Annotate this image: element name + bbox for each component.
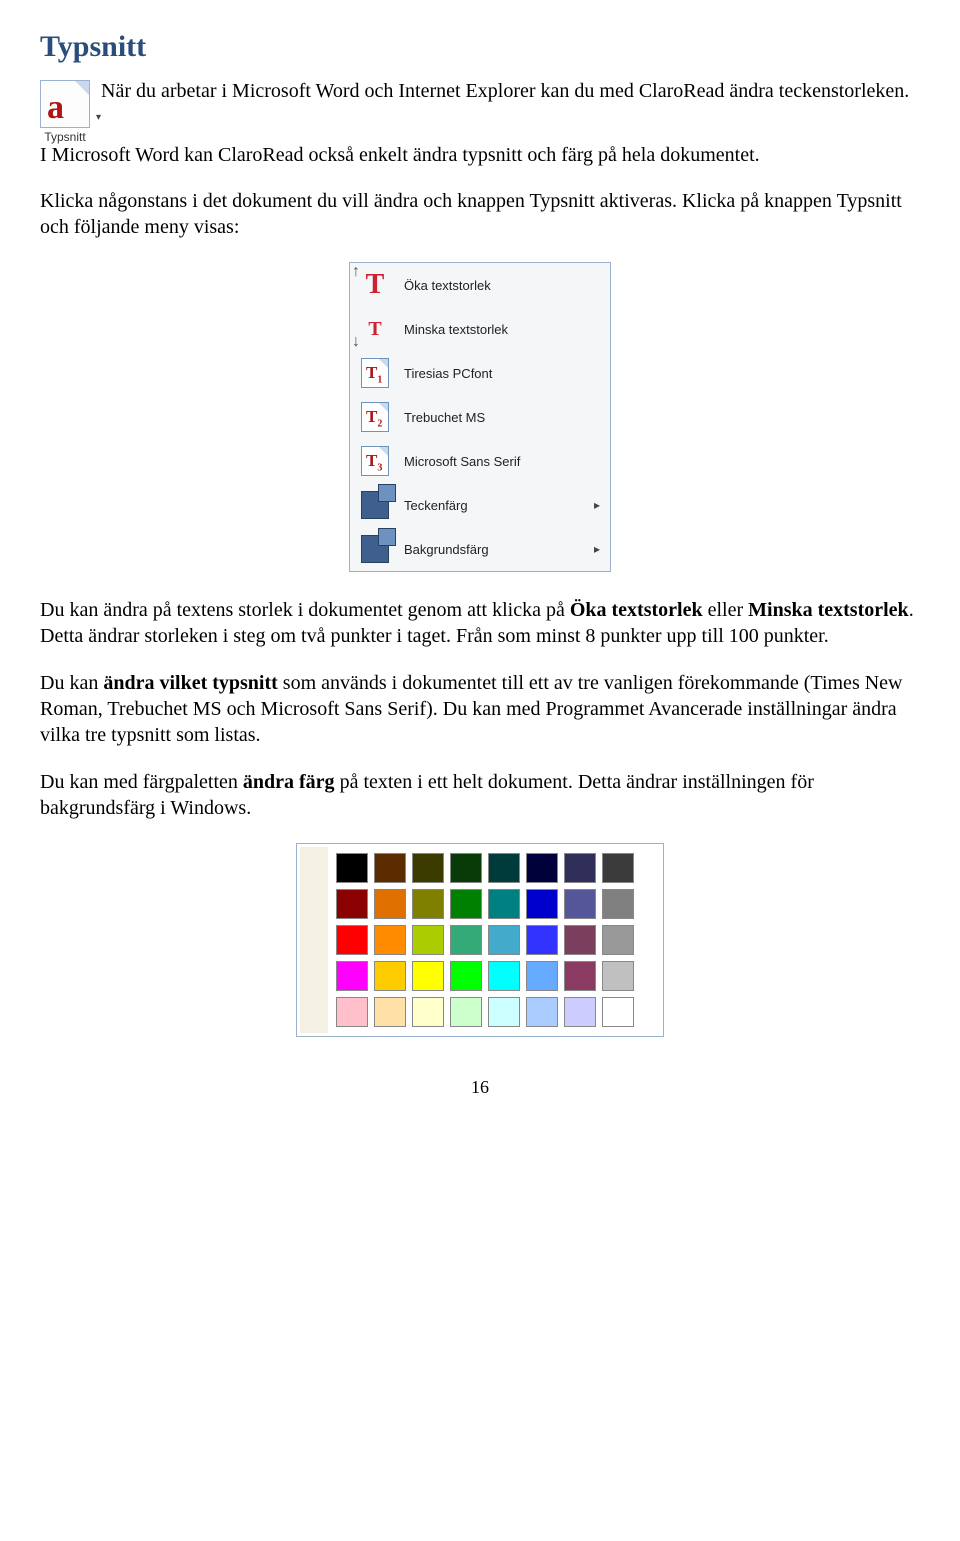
color-palette: [296, 843, 664, 1037]
paragraph-text: När du arbetar i Microsoft Word och Inte…: [40, 80, 909, 166]
palette-gutter: [300, 847, 328, 1033]
color-swatch[interactable]: [602, 853, 634, 883]
color-swatch[interactable]: [488, 925, 520, 955]
color-swatch[interactable]: [564, 853, 596, 883]
color-swatch[interactable]: [450, 961, 482, 991]
color-swatch[interactable]: [412, 961, 444, 991]
paragraph-3: Du kan ändra på textens storlek i dokume…: [40, 598, 920, 649]
color-swatch[interactable]: [564, 961, 596, 991]
menu-item-label: Trebuchet MS: [404, 410, 485, 425]
color-swatch[interactable]: [526, 961, 558, 991]
color-swatch[interactable]: [336, 997, 368, 1027]
paragraph-5: Du kan med färgpaletten ändra färg på te…: [40, 770, 920, 821]
dropdown-arrow-icon: ▾: [96, 112, 101, 123]
typsnitt-menu: T Öka textstorlek T Minska textstorlek T…: [349, 262, 611, 572]
color-swatch[interactable]: [488, 997, 520, 1027]
color-swatch[interactable]: [412, 925, 444, 955]
color-swatch[interactable]: [488, 889, 520, 919]
color-swatch[interactable]: [450, 925, 482, 955]
menu-item-label: Teckenfärg: [404, 498, 468, 513]
paragraph-2: Klicka någonstans i det dokument du vill…: [40, 189, 920, 240]
menu-item-decrease-text[interactable]: T Minska textstorlek: [350, 307, 610, 351]
font2-icon: T2: [358, 400, 392, 434]
menu-item-label: Minska textstorlek: [404, 322, 508, 337]
paragraph-4: Du kan ändra vilket typsnitt som används…: [40, 671, 920, 748]
font1-icon: T1: [358, 356, 392, 390]
menu-item-label: Microsoft Sans Serif: [404, 454, 520, 469]
palette-grid: [332, 847, 638, 1033]
color-swatch[interactable]: [374, 925, 406, 955]
submenu-arrow-icon: ▸: [594, 542, 600, 556]
menu-item-font-2[interactable]: T2 Trebuchet MS: [350, 395, 610, 439]
color-swatch[interactable]: [564, 889, 596, 919]
color-swatch[interactable]: [488, 961, 520, 991]
menu-item-label: Öka textstorlek: [404, 278, 491, 293]
increase-text-icon: T: [358, 268, 392, 302]
menu-item-label: Bakgrundsfärg: [404, 542, 489, 557]
decrease-text-icon: T: [358, 312, 392, 346]
color-swatch[interactable]: [602, 925, 634, 955]
color-swatch[interactable]: [526, 925, 558, 955]
color-swatch[interactable]: [488, 853, 520, 883]
color-swatch[interactable]: [336, 961, 368, 991]
text-color-icon: [358, 488, 392, 522]
menu-item-label: Tiresias PCfont: [404, 366, 492, 381]
color-swatch[interactable]: [450, 853, 482, 883]
color-swatch[interactable]: [526, 889, 558, 919]
color-swatch[interactable]: [412, 853, 444, 883]
menu-item-text-color[interactable]: Teckenfärg ▸: [350, 483, 610, 527]
typsnitt-toolbar-button[interactable]: a ▾ Typsnitt: [40, 80, 90, 144]
color-swatch[interactable]: [564, 997, 596, 1027]
intro-para: a ▾ Typsnitt När du arbetar i Microsoft …: [40, 80, 920, 167]
color-swatch[interactable]: [336, 889, 368, 919]
color-swatch[interactable]: [374, 997, 406, 1027]
color-swatch[interactable]: [564, 925, 596, 955]
color-swatch[interactable]: [526, 853, 558, 883]
menu-item-increase-text[interactable]: T Öka textstorlek: [350, 263, 610, 307]
color-swatch[interactable]: [450, 997, 482, 1027]
color-swatch[interactable]: [602, 889, 634, 919]
menu-item-bg-color[interactable]: Bakgrundsfärg ▸: [350, 527, 610, 571]
color-swatch[interactable]: [374, 889, 406, 919]
color-swatch[interactable]: [374, 961, 406, 991]
font-a-icon: a ▾: [40, 80, 90, 128]
color-swatch[interactable]: [336, 925, 368, 955]
color-swatch[interactable]: [526, 997, 558, 1027]
color-swatch[interactable]: [450, 889, 482, 919]
color-swatch[interactable]: [412, 889, 444, 919]
color-swatch[interactable]: [336, 853, 368, 883]
color-swatch[interactable]: [602, 997, 634, 1027]
color-swatch[interactable]: [602, 961, 634, 991]
page-title: Typsnitt: [40, 30, 920, 64]
toolbar-button-label: Typsnitt: [40, 130, 90, 144]
page-number: 16: [40, 1077, 920, 1098]
menu-item-font-3[interactable]: T3 Microsoft Sans Serif: [350, 439, 610, 483]
submenu-arrow-icon: ▸: [594, 498, 600, 512]
bg-color-icon: [358, 532, 392, 566]
color-swatch[interactable]: [412, 997, 444, 1027]
menu-item-font-1[interactable]: T1 Tiresias PCfont: [350, 351, 610, 395]
font3-icon: T3: [358, 444, 392, 478]
color-swatch[interactable]: [374, 853, 406, 883]
